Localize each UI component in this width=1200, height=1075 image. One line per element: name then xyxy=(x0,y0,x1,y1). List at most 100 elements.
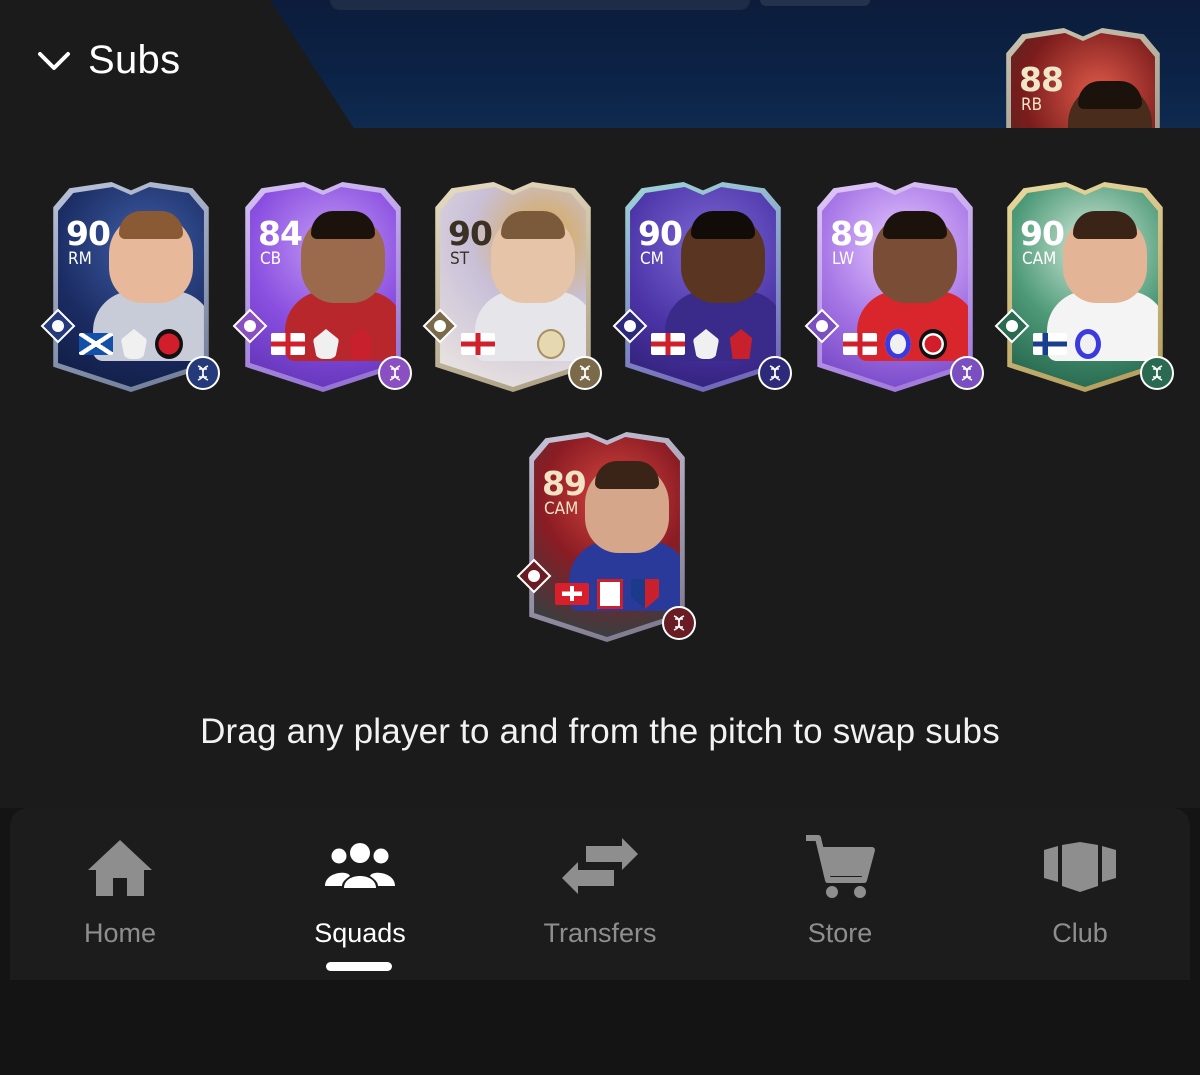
nation-flag-icon xyxy=(1033,333,1067,355)
club-crest-icon xyxy=(919,329,947,359)
card-rating: 89 xyxy=(542,464,587,503)
player-face xyxy=(1063,211,1147,303)
nav-label: Squads xyxy=(314,918,406,948)
cart-icon xyxy=(806,835,875,898)
nation-flag-icon xyxy=(651,333,685,355)
users-icon xyxy=(325,843,395,888)
nav-label: Club xyxy=(1052,918,1108,948)
sub-player-card[interactable]: 90 ST xyxy=(422,182,602,392)
card-position: ST xyxy=(450,249,470,269)
chevron-down-icon xyxy=(38,51,70,70)
league-icon xyxy=(693,329,719,359)
nav-item-club[interactable]: Club xyxy=(980,830,1180,980)
player-face xyxy=(1068,81,1152,128)
card-badges xyxy=(630,329,776,359)
playstyle-badge-icon xyxy=(516,558,552,594)
nation-flag-icon xyxy=(555,583,589,605)
club-crest-icon xyxy=(155,329,183,359)
card-position: RM xyxy=(68,249,92,269)
card-position: CB xyxy=(260,249,282,269)
club-crest-icon xyxy=(729,329,753,359)
subs-toggle[interactable]: Subs xyxy=(34,38,180,83)
card-position: LW xyxy=(832,249,855,269)
nav-item-home[interactable]: Home xyxy=(20,830,220,980)
nav-label: Home xyxy=(83,918,157,948)
card-badges xyxy=(534,579,680,609)
player-face xyxy=(585,461,669,553)
card-rating: 90 xyxy=(1020,214,1065,253)
playstyle-badge-icon xyxy=(804,308,840,344)
evolution-dna-icon[interactable] xyxy=(662,606,696,640)
card-rating: 90 xyxy=(638,214,683,253)
nav-item-squads[interactable]: Squads xyxy=(260,830,460,980)
player-face xyxy=(681,211,765,303)
card-art: 84 CB xyxy=(250,187,396,387)
player-face xyxy=(491,211,575,303)
card-position: RB xyxy=(1021,95,1043,115)
card-art: 89 LW xyxy=(822,187,968,387)
club-crest-icon xyxy=(349,329,373,359)
card-badges xyxy=(1012,329,1158,359)
league-icon xyxy=(121,329,147,359)
playstyle-badge-icon xyxy=(612,308,648,344)
league-icon xyxy=(885,329,911,359)
card-rating: 89 xyxy=(830,214,875,253)
evolution-dna-icon[interactable] xyxy=(378,356,412,390)
sub-player-card[interactable]: 90 CAM xyxy=(994,182,1174,392)
league-icon xyxy=(1075,329,1101,359)
nation-flag-icon xyxy=(271,333,305,355)
player-face xyxy=(109,211,193,303)
card-position: CM xyxy=(640,249,664,269)
nation-flag-icon xyxy=(79,333,113,355)
card-art: 90 ST xyxy=(440,187,586,387)
sub-player-card[interactable]: 90 RM xyxy=(40,182,220,392)
evolution-dna-icon[interactable] xyxy=(1140,356,1174,390)
nav-label: Store xyxy=(807,918,873,948)
home-icon xyxy=(88,840,152,896)
nation-flag-icon xyxy=(461,333,495,355)
nav-item-store[interactable]: Store xyxy=(740,830,940,980)
card-position: CAM xyxy=(1022,249,1057,269)
evolution-dna-icon[interactable] xyxy=(950,356,984,390)
subs-hint: Drag any player to and from the pitch to… xyxy=(200,712,1000,751)
league-icon xyxy=(597,579,623,609)
playstyle-badge-icon xyxy=(40,308,76,344)
playstyle-badge-icon xyxy=(994,308,1030,344)
pitch-player-card[interactable]: 88 RB xyxy=(1003,28,1163,128)
sub-player-card[interactable]: 89 CAM xyxy=(516,432,696,642)
evolution-dna-icon[interactable] xyxy=(568,356,602,390)
club-crest-icon xyxy=(537,329,565,359)
playstyle-badge-icon xyxy=(232,308,268,344)
card-art: 89 CAM xyxy=(534,437,680,637)
club-icon xyxy=(1044,842,1116,892)
league-icon xyxy=(503,329,529,359)
card-art: 90 RM xyxy=(58,187,204,387)
player-face xyxy=(301,211,385,303)
league-icon xyxy=(313,329,339,359)
card-position: CAM xyxy=(544,499,579,519)
nav-label: Transfers xyxy=(543,918,657,948)
evolution-dna-icon[interactable] xyxy=(758,356,792,390)
card-rating: 88 xyxy=(1019,60,1064,99)
playstyle-badge-icon xyxy=(422,308,458,344)
nation-flag-icon xyxy=(843,333,877,355)
card-badges xyxy=(250,329,396,359)
nav-item-transfers[interactable]: Transfers xyxy=(500,830,700,980)
card-art: 90 CM xyxy=(630,187,776,387)
sub-player-card[interactable]: 89 LW xyxy=(804,182,984,392)
sub-player-card[interactable]: 90 CM xyxy=(612,182,792,392)
card-rating: 90 xyxy=(448,214,493,253)
card-badges xyxy=(440,329,586,359)
card-art: 90 CAM xyxy=(1012,187,1158,387)
card-badges xyxy=(58,329,204,359)
club-crest-icon xyxy=(1109,329,1137,359)
card-rating: 90 xyxy=(66,214,111,253)
card-badges xyxy=(822,329,968,359)
active-tab-indicator xyxy=(326,962,392,971)
card-rating: 84 xyxy=(258,214,303,253)
club-crest-icon xyxy=(631,579,659,609)
player-face xyxy=(873,211,957,303)
transfer-arrows-icon xyxy=(562,838,638,894)
evolution-dna-icon[interactable] xyxy=(186,356,220,390)
sub-player-card[interactable]: 84 CB xyxy=(232,182,412,392)
